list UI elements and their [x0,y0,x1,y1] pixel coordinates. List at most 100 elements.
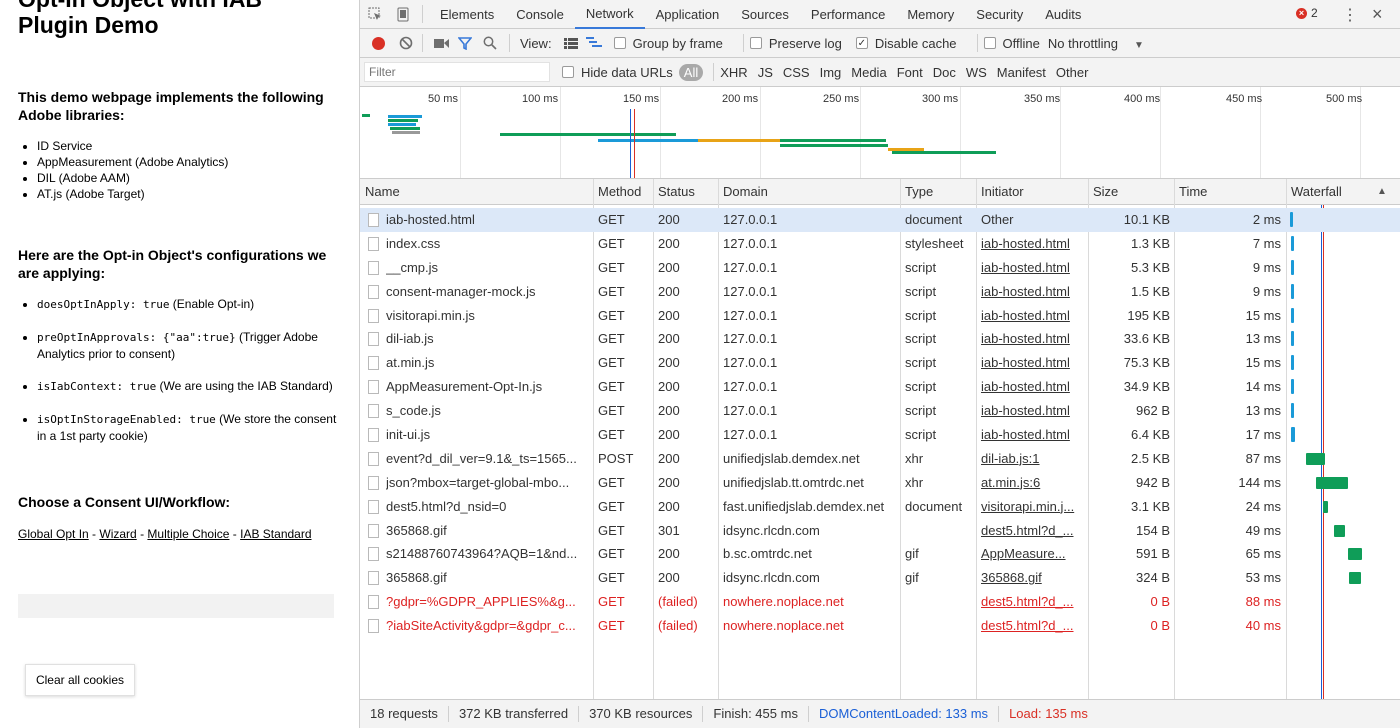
request-initiator[interactable]: iab-hosted.html [981,232,1085,256]
tab-performance[interactable]: Performance [800,0,896,29]
record-icon[interactable] [360,36,396,50]
tab-security[interactable]: Security [965,0,1034,29]
request-name[interactable]: consent-manager-mock.js [386,280,590,304]
waterfall-view-icon[interactable] [582,37,606,49]
request-name[interactable]: __cmp.js [386,256,590,280]
table-row[interactable]: dil-iab.js GET 200 127.0.0.1 script iab-hoste… [360,327,1400,351]
column-status[interactable]: Status [653,179,695,205]
request-name[interactable]: s_code.js [386,399,590,423]
throttling-select[interactable]: No throttling ▼ [1048,36,1144,51]
request-initiator[interactable]: visitorapi.min.j... [981,495,1085,519]
request-initiator[interactable]: iab-hosted.html [981,351,1085,375]
inspect-element-icon[interactable] [360,0,390,29]
column-time[interactable]: Time [1174,179,1207,205]
request-initiator[interactable]: iab-hosted.html [981,304,1085,328]
request-initiator[interactable]: 365868.gif [981,566,1085,590]
clear-icon[interactable] [396,36,416,50]
tab-console[interactable]: Console [505,0,575,29]
preserve-log-checkbox[interactable]: Preserve log [749,36,842,51]
request-name[interactable]: visitorapi.min.js [386,304,590,328]
close-icon[interactable]: × [1372,4,1383,25]
request-name[interactable]: iab-hosted.html [386,208,590,232]
request-initiator[interactable]: iab-hosted.html [981,256,1085,280]
table-row[interactable]: json?mbox=target-global-mbo... GET 200 unif… [360,471,1400,495]
request-initiator[interactable]: dest5.html?d_... [981,590,1085,614]
filter-font[interactable]: Font [897,65,923,80]
filter-other[interactable]: Other [1056,65,1089,80]
table-row[interactable]: visitorapi.min.js GET 200 127.0.0.1 script ia… [360,304,1400,328]
request-name[interactable]: json?mbox=target-global-mbo... [386,471,590,495]
request-name[interactable]: dest5.html?d_nsid=0 [386,495,590,519]
column-method[interactable]: Method [593,179,641,205]
table-row[interactable]: consent-manager-mock.js GET 200 127.0.0.1 sc… [360,280,1400,304]
link-wizard[interactable]: Wizard [99,527,136,541]
search-icon[interactable] [477,36,503,50]
filter-media[interactable]: Media [851,65,886,80]
tab-memory[interactable]: Memory [896,0,965,29]
filter-js[interactable]: JS [758,65,773,80]
request-initiator[interactable]: AppMeasure... [981,542,1085,566]
table-row[interactable]: iab-hosted.html GET 200 127.0.0.1 document Ot… [360,208,1400,232]
request-name[interactable]: init-ui.js [386,423,590,447]
request-initiator[interactable]: iab-hosted.html [981,399,1085,423]
request-initiator[interactable]: iab-hosted.html [981,327,1085,351]
table-row[interactable]: __cmp.js GET 200 127.0.0.1 script iab-hosted.… [360,256,1400,280]
disable-cache-checkbox[interactable]: ✓ Disable cache [855,36,957,51]
request-name[interactable]: s21488760743964?AQB=1&nd... [386,542,590,566]
tab-sources[interactable]: Sources [730,0,800,29]
table-row[interactable]: s_code.js GET 200 127.0.0.1 script iab-hosted… [360,399,1400,423]
table-row[interactable]: dest5.html?d_nsid=0 GET 200 fast.unifiedjsl… [360,495,1400,519]
filter-doc[interactable]: Doc [933,65,956,80]
request-initiator[interactable]: iab-hosted.html [981,280,1085,304]
filter-all[interactable]: All [678,63,704,81]
link-multiple-choice[interactable]: Multiple Choice [147,527,229,541]
group-by-frame-checkbox[interactable]: Group by frame [613,36,723,51]
large-rows-icon[interactable] [560,37,582,49]
request-name[interactable]: ?gdpr=%GDPR_APPLIES%&g... [386,590,590,614]
table-row[interactable]: s21488760743964?AQB=1&nd... GET 200 b.sc.om… [360,542,1400,566]
request-name[interactable]: at.min.js [386,351,590,375]
column-initiator[interactable]: Initiator [976,179,1024,205]
request-name[interactable]: dil-iab.js [386,327,590,351]
tab-network[interactable]: Network [574,0,645,29]
table-row[interactable]: index.css GET 200 127.0.0.1 stylesheet iab-ho… [360,232,1400,256]
filter-input[interactable] [364,62,550,82]
link-iab-standard[interactable]: IAB Standard [240,527,311,541]
column-waterfall[interactable]: Waterfall [1286,179,1342,205]
table-row[interactable]: ?iabSiteActivity&gdpr=&gdpr_c... GET (fail… [360,614,1400,638]
table-row[interactable]: 365868.gif GET 301 idsync.rlcdn.com dest5.ht… [360,519,1400,543]
column-domain[interactable]: Domain [718,179,768,205]
table-row[interactable]: at.min.js GET 200 127.0.0.1 script iab-hosted… [360,351,1400,375]
hide-data-urls-checkbox[interactable]: Hide data URLs [562,65,673,80]
request-initiator[interactable]: dest5.html?d_... [981,519,1085,543]
column-size[interactable]: Size [1088,179,1118,205]
offline-checkbox[interactable]: Offline [983,36,1040,51]
request-initiator[interactable]: dil-iab.js:1 [981,447,1085,471]
filter-ws[interactable]: WS [966,65,987,80]
filter-css[interactable]: CSS [783,65,810,80]
table-row[interactable]: 365868.gif GET 200 idsync.rlcdn.com gif 36586… [360,566,1400,590]
clear-cookies-button[interactable]: Clear all cookies [25,664,135,696]
column-name[interactable]: Name [360,179,400,205]
screenshot-video-icon[interactable] [429,38,453,49]
request-initiator[interactable]: iab-hosted.html [981,375,1085,399]
request-name[interactable]: ?iabSiteActivity&gdpr=&gdpr_c... [386,614,590,638]
error-counter[interactable]: × 2 [1296,6,1318,20]
request-name[interactable]: 365868.gif [386,519,590,543]
request-initiator[interactable]: dest5.html?d_... [981,614,1085,638]
tab-audits[interactable]: Audits [1034,0,1092,29]
filter-manifest[interactable]: Manifest [997,65,1046,80]
request-name[interactable]: AppMeasurement-Opt-In.js [386,375,590,399]
device-toolbar-icon[interactable] [390,0,416,29]
table-row[interactable]: init-ui.js GET 200 127.0.0.1 script iab-hoste… [360,423,1400,447]
more-options-icon[interactable]: ⋮ [1342,5,1358,25]
request-name[interactable]: 365868.gif [386,566,590,590]
column-type[interactable]: Type [900,179,933,205]
request-name[interactable]: index.css [386,232,590,256]
sort-ascending-icon[interactable]: ▲ [1377,186,1387,197]
filter-icon[interactable] [453,36,477,50]
tab-elements[interactable]: Elements [429,0,505,29]
table-row[interactable]: event?d_dil_ver=9.1&_ts=1565... POST 200 un… [360,447,1400,471]
table-row[interactable]: ?gdpr=%GDPR_APPLIES%&g... GET (failed) nowh… [360,590,1400,614]
table-row[interactable]: AppMeasurement-Opt-In.js GET 200 127.0.0.1 s… [360,375,1400,399]
